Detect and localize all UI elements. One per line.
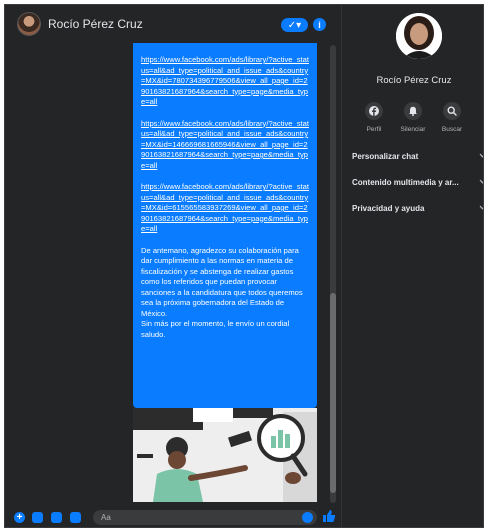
contact-name[interactable]: Rocío Pérez Cruz (48, 17, 143, 31)
contact-avatar[interactable] (17, 12, 41, 36)
section-customize-chat[interactable]: Personalizar chat (352, 149, 483, 163)
like-icon[interactable] (322, 509, 336, 523)
bell-icon[interactable] (404, 102, 422, 120)
ad-library-link-1[interactable]: https://www.facebook.com/ads/library/?ac… (141, 55, 311, 108)
mute-action-label: Silenciar (400, 126, 426, 133)
contact-profile-photo[interactable] (396, 13, 442, 59)
emoji-icon[interactable] (302, 512, 313, 523)
scrollbar-thumb[interactable] (330, 293, 336, 493)
gif-icon[interactable] (70, 512, 81, 523)
search-icon[interactable] (443, 102, 461, 120)
section-label: Contenido multimedia y ar... (352, 177, 459, 187)
message-closing-text: Sin más por el momento, le envío un cord… (141, 319, 290, 339)
more-actions-icon[interactable]: + (14, 512, 25, 523)
profile-photo-graphic (396, 13, 442, 59)
section-privacy-help[interactable]: Privacidad y ayuda (352, 201, 483, 215)
camera-icon[interactable] (32, 512, 43, 523)
chevron-down-icon (479, 179, 483, 184)
illustration-graphic (133, 408, 317, 502)
facebook-icon[interactable] (365, 102, 383, 120)
info-icon[interactable]: i (313, 18, 326, 31)
section-label: Privacidad y ayuda (352, 203, 425, 213)
section-label: Personalizar chat (352, 151, 419, 161)
conversation-info-panel: Rocío Pérez Cruz Perfil Silenciar Buscar… (341, 5, 483, 527)
ad-library-link-3[interactable]: https://www.facebook.com/ads/library/?ac… (141, 182, 311, 235)
sticker-icon[interactable] (51, 512, 62, 523)
message-body-text: De antemano, agradezco su colaboración p… (141, 245, 303, 318)
chat-scrollbar[interactable] (330, 45, 336, 503)
chevron-down-icon (479, 205, 483, 210)
chat-pane: Rocío Pérez Cruz ✓▾ i https://www.facebo… (5, 5, 340, 527)
message-input[interactable]: Aa (93, 510, 317, 525)
chevron-down-icon (479, 153, 483, 158)
profile-action[interactable]: Perfil (354, 102, 394, 133)
message-bubble: https://www.facebook.com/ads/library/?ac… (133, 43, 317, 408)
messenger-window: Rocío Pérez Cruz ✓▾ i https://www.facebo… (4, 4, 484, 528)
attached-illustration-image[interactable] (133, 408, 317, 502)
search-action-label: Buscar (441, 126, 463, 133)
profile-action-label: Perfil (366, 126, 382, 133)
ad-library-link-2[interactable]: https://www.facebook.com/ads/library/?ac… (141, 119, 311, 172)
mute-action[interactable]: Silenciar (393, 102, 433, 133)
panel-contact-name: Rocío Pérez Cruz (376, 75, 452, 86)
search-action[interactable]: Buscar (432, 102, 472, 133)
header-options-button[interactable]: ✓▾ (281, 18, 308, 32)
section-media-files[interactable]: Contenido multimedia y ar... (352, 175, 483, 189)
